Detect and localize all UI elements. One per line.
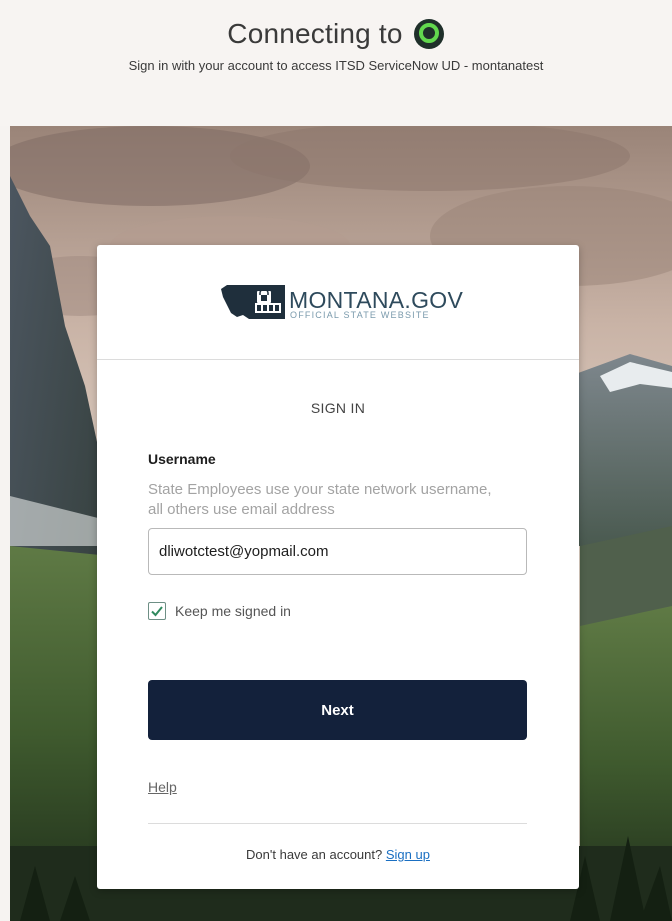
connecting-title: Connecting to xyxy=(227,18,403,49)
username-hint: State Employees use your state network u… xyxy=(148,481,492,518)
signin-card: MONTANA.GOV OFFICIAL STATE WEBSITE SIGN … xyxy=(97,245,579,889)
servicenow-logo-icon xyxy=(413,19,444,49)
next-button[interactable]: Next xyxy=(148,680,527,740)
card-header: MONTANA.GOV OFFICIAL STATE WEBSITE xyxy=(97,245,579,360)
montana-gov-tagline: OFFICIAL STATE WEBSITE xyxy=(290,310,430,320)
connecting-banner: Connecting to Sign in with your account … xyxy=(0,0,672,126)
signin-heading: SIGN IN xyxy=(310,400,366,416)
signup-prompt: Don't have an account? xyxy=(246,847,386,862)
username-label: Username xyxy=(148,451,216,467)
connecting-row: Connecting to xyxy=(0,14,672,54)
help-link[interactable]: Help xyxy=(148,779,177,795)
checkmark-icon xyxy=(151,606,163,617)
signup-link[interactable]: Sign up xyxy=(386,847,430,862)
keep-signed-in-label: Keep me signed in xyxy=(175,603,291,619)
connecting-subtitle: Sign in with your account to access ITSD… xyxy=(128,58,544,73)
montana-gov-logo: MONTANA.GOV OFFICIAL STATE WEBSITE xyxy=(219,283,463,323)
keep-signed-in-checkbox[interactable] xyxy=(148,602,166,620)
montana-state-lock-icon xyxy=(221,285,285,319)
username-input[interactable] xyxy=(148,528,527,575)
signup-row: Don't have an account? Sign up xyxy=(97,847,579,862)
divider xyxy=(148,823,527,824)
keep-signed-in-row[interactable]: Keep me signed in xyxy=(148,601,291,621)
